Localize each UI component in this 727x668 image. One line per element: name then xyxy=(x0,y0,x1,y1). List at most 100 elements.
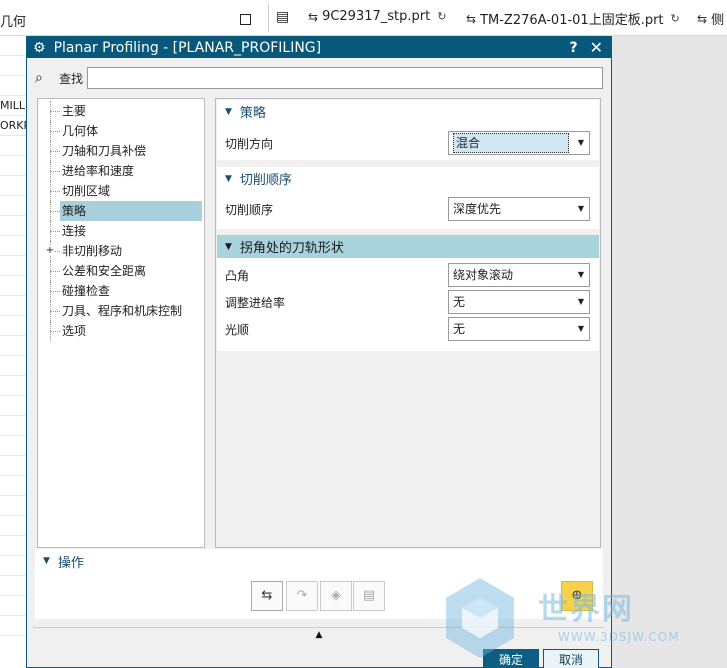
tree-item-label: 主要 xyxy=(62,104,87,118)
expand-plus-icon[interactable]: + xyxy=(45,246,55,256)
graphics-window xyxy=(612,36,727,668)
search-label: 查找 xyxy=(59,71,84,86)
tab-label: 侧 xyxy=(711,13,725,28)
navigator-row: MILL xyxy=(0,96,26,116)
background-navigator: MILL ORKP xyxy=(0,36,26,668)
field-row: 切削顺序 深度优先 ▼ xyxy=(217,195,599,222)
select-value: 无 xyxy=(453,322,466,336)
dialog-title: Planar Profiling - [PLANAR_PROFILING] xyxy=(53,39,322,56)
verify-toolpath-button[interactable]: ◈ xyxy=(320,581,352,611)
collapse-triangle-icon: ▼ xyxy=(225,173,232,184)
collapse-triangle-icon: ▼ xyxy=(225,106,232,117)
tree-item-connections[interactable]: 连接 xyxy=(38,221,204,241)
tab-9c29317[interactable]: ⇆ 9C29317_stp.prt ↻ xyxy=(308,9,446,24)
tree-item-label: 碰撞检查 xyxy=(62,284,111,298)
convex-corner-label: 凸角 xyxy=(225,269,250,283)
collapse-triangle-icon: ▼ xyxy=(225,241,232,252)
planar-profiling-dialog: ⚙ Planar Profiling - [PLANAR_PROFILING] … xyxy=(26,36,612,668)
tree-item-label: 刀轴和刀具补偿 xyxy=(62,144,147,158)
list-toolpath-button[interactable]: ▤ xyxy=(353,581,385,611)
operations-group: ▼ 操作 ⇆ ↷ ◈ ▤ ⊕ xyxy=(35,549,603,619)
help-button[interactable]: ? xyxy=(569,40,577,56)
part-icon: ⇆ xyxy=(466,11,477,26)
close-button[interactable]: ✕ xyxy=(590,38,603,57)
divider xyxy=(268,4,269,32)
search-input[interactable] xyxy=(87,67,603,89)
navigator-row: ORKP xyxy=(0,116,26,136)
chevron-down-icon: ▼ xyxy=(577,324,584,333)
tab-bar-icon: ▤ xyxy=(276,9,290,25)
tree-item-geometry[interactable]: 几何体 xyxy=(38,121,204,141)
cut-order-select[interactable]: 深度优先 ▼ xyxy=(448,197,590,221)
cut-direction-label: 切削方向 xyxy=(225,137,274,151)
tree-item-feeds-speeds[interactable]: 进给率和速度 xyxy=(38,161,204,181)
group-header-corner[interactable]: ▼ 拐角处的刀轨形状 xyxy=(217,235,599,258)
background-label: 几何 xyxy=(0,15,27,30)
tab-label: 9C29317_stp.prt xyxy=(322,9,431,24)
part-icon: ⇆ xyxy=(697,11,708,26)
smooth-select[interactable]: 无 ▼ xyxy=(448,317,590,341)
edit-display-button[interactable]: ⊕ xyxy=(561,581,593,611)
field-row: 调整进给率 无 ▼ xyxy=(217,288,599,315)
group-cut-order: ▼ 切削顺序 切削顺序 深度优先 ▼ xyxy=(217,167,599,229)
tree-item-options[interactable]: 选项 xyxy=(38,321,204,341)
select-value: 绕对象滚动 xyxy=(453,268,514,282)
tree-item-label: 切削区域 xyxy=(62,184,111,198)
select-value: 无 xyxy=(453,295,466,309)
tab-tm-z276a[interactable]: ⇆ TM-Z276A-01-01上固定板.prt ↻ xyxy=(466,9,680,29)
chevron-down-icon: ▼ xyxy=(577,138,584,147)
tree-item-tool-program[interactable]: 刀具、程序和机床控制 xyxy=(38,301,204,321)
cancel-button[interactable]: 取消 xyxy=(543,649,599,668)
tree-item-label: 进给率和速度 xyxy=(62,164,135,178)
chevron-down-icon: ▼ xyxy=(577,270,584,279)
convex-corner-select[interactable]: 绕对象滚动 ▼ xyxy=(448,263,590,287)
app-tab-bar: 几何 ▤ ⇆ 9C29317_stp.prt ↻ ⇆ TM-Z276A-01-0… xyxy=(0,0,727,36)
chevron-down-icon: ▼ xyxy=(577,297,584,306)
generate-toolpath-button[interactable]: ⇆ xyxy=(251,581,283,611)
binoculars-icon: ⌕ xyxy=(35,70,43,86)
part-icon: ⇆ xyxy=(308,9,319,24)
tree-item-label: 公差和安全距离 xyxy=(62,264,147,278)
tree-item-tool-axis[interactable]: 刀轴和刀具补偿 xyxy=(38,141,204,161)
tree-item-collision[interactable]: 碰撞检查 xyxy=(38,281,204,301)
group-title: 拐角处的刀轨形状 xyxy=(239,241,344,256)
tree-item-label: 几何体 xyxy=(62,124,99,138)
navigation-tree: 主要 几何体 刀轴和刀具补偿 进给率和速度 切削区域 策略 连接 + 非切削移动… xyxy=(37,98,205,548)
edit-icon: ↻ xyxy=(437,10,447,23)
replay-toolpath-button[interactable]: ↷ xyxy=(286,581,318,611)
select-value: 混合 xyxy=(453,133,569,153)
tree-item-non-cutting[interactable]: + 非切削移动 xyxy=(38,241,204,261)
tree-item-cut-region[interactable]: 切削区域 xyxy=(38,181,204,201)
tree-item-label: 非切削移动 xyxy=(62,244,123,258)
chevron-down-icon: ▼ xyxy=(577,204,584,213)
tree-item-strategy[interactable]: 策略 xyxy=(38,201,204,221)
window-icon[interactable] xyxy=(240,14,251,25)
adjust-feed-select[interactable]: 无 ▼ xyxy=(448,290,590,314)
tree-item-main[interactable]: 主要 xyxy=(38,101,204,121)
dialog-titlebar[interactable]: ⚙ Planar Profiling - [PLANAR_PROFILING] … xyxy=(27,37,611,58)
group-corner: ▼ 拐角处的刀轨形状 凸角 绕对象滚动 ▼ 调整进给率 无 ▼ 光顺 无 ▼ xyxy=(217,235,599,351)
dialog-footer: 确定 取消 xyxy=(27,643,611,668)
tree-item-tolerance[interactable]: 公差和安全距离 xyxy=(38,261,204,281)
collapse-arrow-icon[interactable]: ▲ xyxy=(33,627,605,641)
tree-item-label: 策略 xyxy=(60,201,202,221)
group-header-operations[interactable]: ▼ 操作 xyxy=(35,549,603,573)
gear-icon: ⚙ xyxy=(33,39,46,56)
group-header-cut-order[interactable]: ▼ 切削顺序 xyxy=(217,167,599,190)
cut-order-label: 切削顺序 xyxy=(225,203,274,217)
group-title: 策略 xyxy=(239,106,266,121)
group-title: 操作 xyxy=(57,555,84,571)
field-row: 切削方向 混合 ▼ xyxy=(217,129,599,156)
group-title: 切削顺序 xyxy=(239,173,292,188)
field-row: 凸角 绕对象滚动 ▼ xyxy=(217,261,599,288)
search-row: ⌕ 查找 xyxy=(35,67,603,89)
tab-side[interactable]: ⇆ 侧 xyxy=(697,9,725,29)
adjust-feed-label: 调整进给率 xyxy=(225,296,286,310)
tree-item-label: 连接 xyxy=(62,224,87,238)
cut-direction-select[interactable]: 混合 ▼ xyxy=(448,131,590,155)
field-row: 光顺 无 ▼ xyxy=(217,315,599,342)
group-header-strategy[interactable]: ▼ 策略 xyxy=(217,100,599,123)
tree-item-label: 选项 xyxy=(62,324,87,338)
ok-button[interactable]: 确定 xyxy=(483,649,539,668)
tab-label: TM-Z276A-01-01上固定板.prt xyxy=(480,13,664,28)
